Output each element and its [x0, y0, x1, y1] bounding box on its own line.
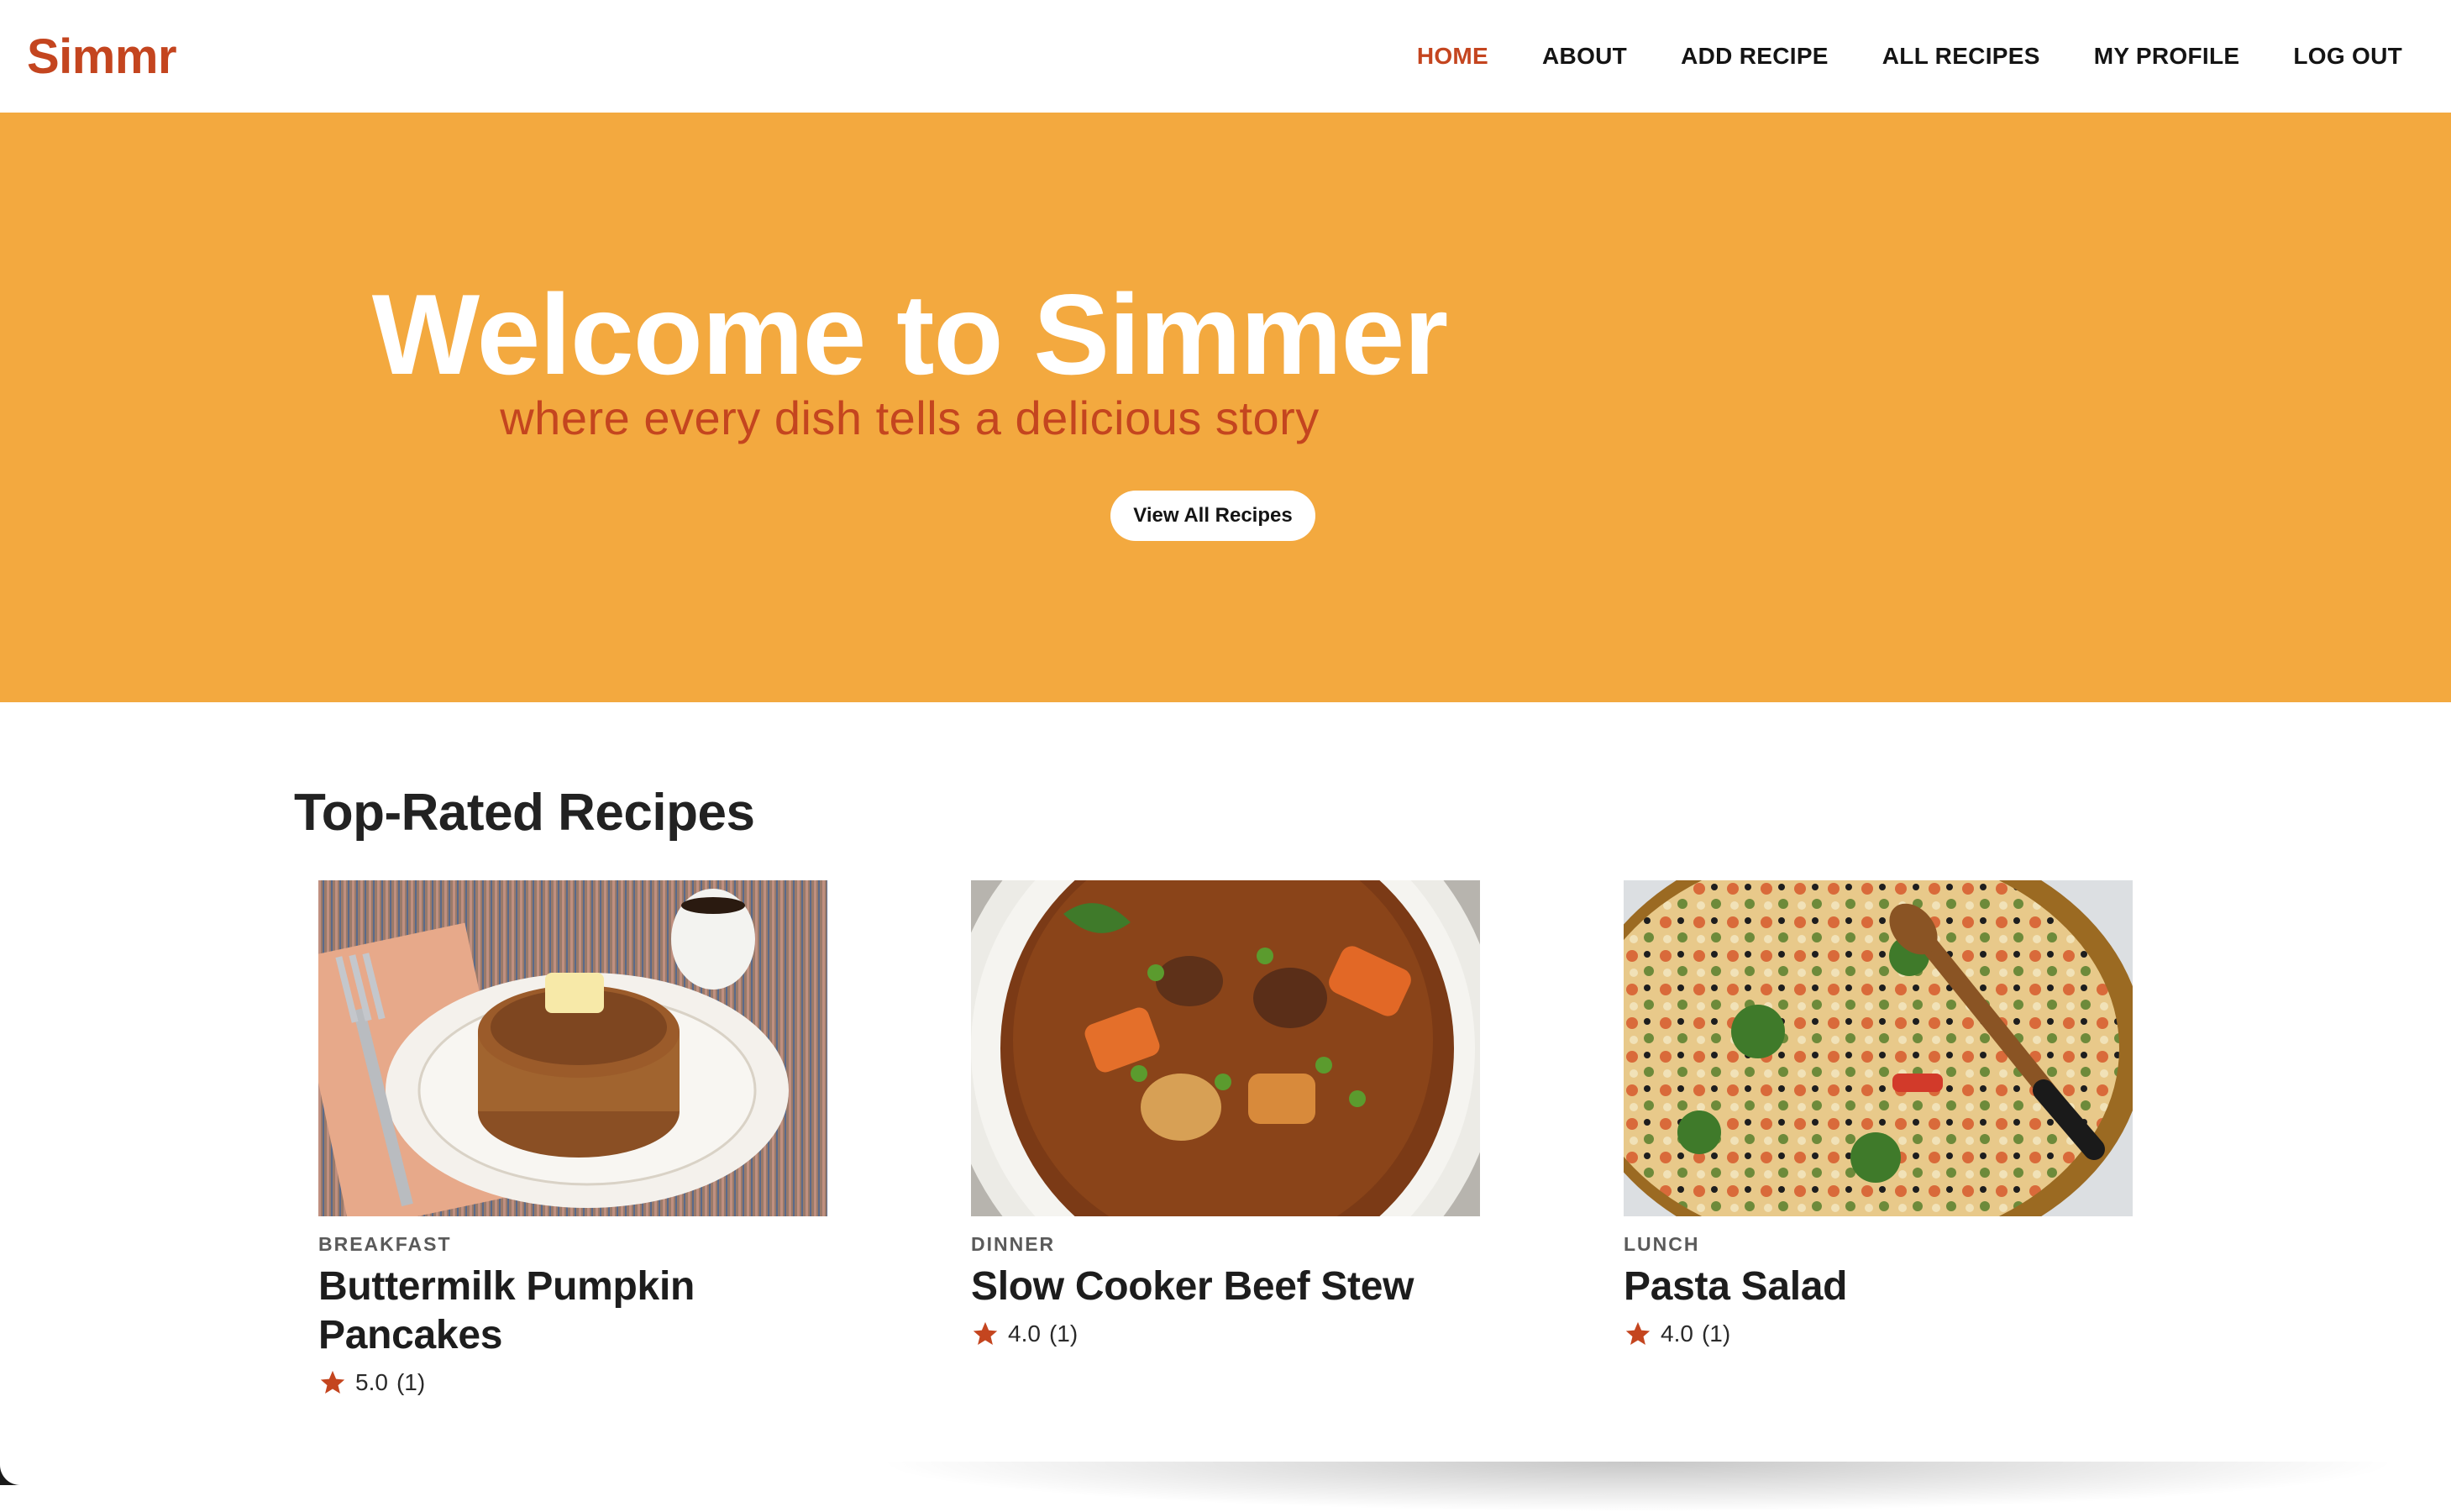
recipe-rating: 5.0 (1): [318, 1368, 827, 1397]
beef-stew-illustration: [971, 880, 1480, 1216]
recipe-category: LUNCH: [1624, 1233, 1700, 1255]
recipe-category: DINNER: [971, 1233, 1056, 1255]
recipe-card[interactable]: LUNCH Pasta Salad 4.0 (1): [1624, 880, 2133, 1348]
pasta-salad-illustration: [1624, 880, 2133, 1216]
bottom-shadow: [874, 1462, 2402, 1512]
recipe-title[interactable]: Pasta Salad: [1624, 1263, 2133, 1311]
brand-logo[interactable]: Simmr: [27, 29, 177, 85]
nav-link-add-recipe[interactable]: ADD RECIPE: [1681, 43, 1829, 70]
nav-link-home[interactable]: HOME: [1417, 43, 1488, 70]
recipe-title[interactable]: Slow Cooker Beef Stew: [971, 1263, 1480, 1311]
recipe-rating: 4.0 (1): [971, 1320, 1480, 1348]
top-navbar: Simmr HOME ABOUT ADD RECIPE ALL RECIPES …: [0, 0, 2451, 113]
star-icon: [973, 1321, 998, 1346]
section-title: Top-Rated Recipes: [294, 784, 755, 842]
hero-banner: Welcome to Simmer where every dish tells…: [0, 113, 2451, 702]
star-icon: [1625, 1321, 1651, 1346]
recipe-category: BREAKFAST: [318, 1233, 452, 1255]
pancakes-photo[interactable]: [318, 880, 827, 1216]
hero-subtitle: where every dish tells a delicious story: [500, 391, 1320, 444]
nav-links: HOME ABOUT ADD RECIPE ALL RECIPES MY PRO…: [1363, 43, 2402, 70]
recipe-card[interactable]: BREAKFAST Buttermilk Pumpkin Pancakes 5.…: [318, 880, 827, 1397]
rating-count: (1): [396, 1369, 426, 1395]
rating-count: (1): [1701, 1320, 1731, 1347]
star-icon: [320, 1370, 345, 1394]
rating-value: 5.0: [355, 1369, 388, 1395]
recipe-title[interactable]: Buttermilk Pumpkin Pancakes: [318, 1263, 827, 1360]
recipe-card[interactable]: DINNER Slow Cooker Beef Stew 4.0 (1): [971, 880, 1480, 1348]
nav-link-all-recipes[interactable]: ALL RECIPES: [1882, 43, 2040, 70]
rating-value: 4.0: [1661, 1320, 1693, 1347]
view-all-recipes-button[interactable]: View All Recipes: [1110, 491, 1315, 541]
recipe-rating: 4.0 (1): [1624, 1320, 2133, 1348]
pancakes-illustration: [318, 880, 827, 1216]
rating-count: (1): [1048, 1320, 1079, 1347]
nav-link-about[interactable]: ABOUT: [1542, 43, 1627, 70]
hero-title: Welcome to Simmer: [371, 270, 1448, 398]
rating-value: 4.0: [1008, 1320, 1041, 1347]
nav-link-log-out[interactable]: LOG OUT: [2293, 43, 2402, 70]
pasta-salad-photo[interactable]: [1624, 880, 2133, 1216]
beef-stew-photo[interactable]: [971, 880, 1480, 1216]
nav-link-my-profile[interactable]: MY PROFILE: [2094, 43, 2240, 70]
